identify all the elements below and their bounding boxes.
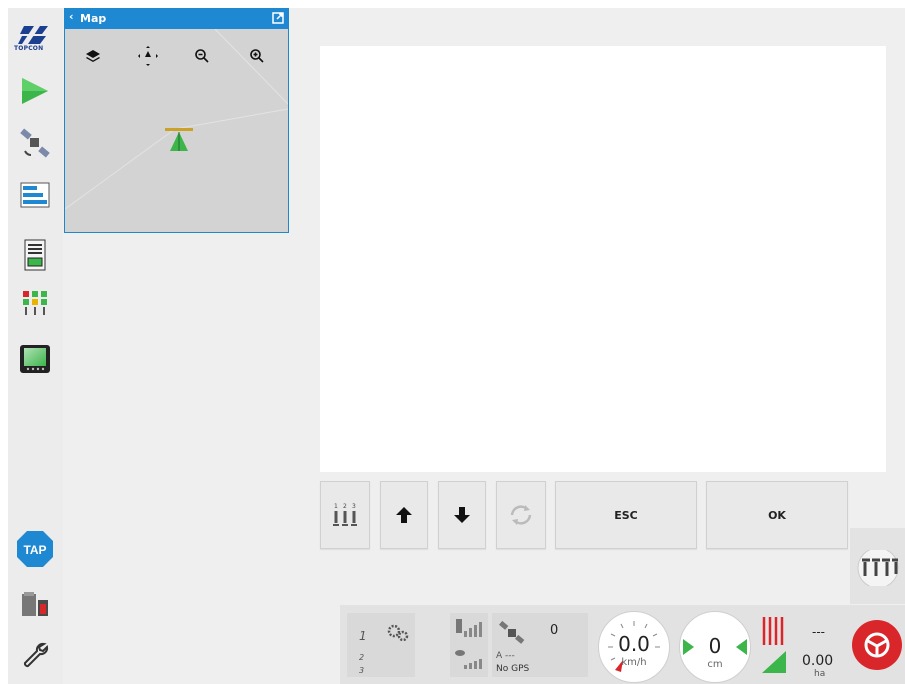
pan-icon[interactable] — [137, 45, 159, 67]
sections-icon: 1 2 3 — [333, 503, 357, 526]
status-bar: 1 2 3 0 A --- No GPS 0.0 km/h 0 cm --- 0… — [340, 605, 905, 684]
refresh-icon — [510, 505, 532, 525]
area-dash: --- — [812, 625, 825, 639]
back-icon[interactable]: ‹ — [69, 10, 74, 23]
move-up-button[interactable] — [380, 481, 428, 549]
map-title: Map — [80, 12, 107, 25]
row-number-3: 3 — [359, 666, 365, 675]
map-header[interactable]: ‹ Map — [65, 9, 288, 29]
map-mini-panel[interactable]: ‹ Map — [64, 8, 289, 233]
esc-label: ESC — [614, 508, 638, 522]
wrench-icon[interactable] — [12, 632, 58, 678]
ok-label: OK — [768, 508, 786, 522]
svg-text:3: 3 — [352, 503, 356, 510]
move-down-button[interactable] — [438, 481, 486, 549]
display-screen-icon[interactable] — [12, 336, 58, 382]
map-toolbar — [65, 45, 288, 69]
ok-button[interactable]: OK — [706, 481, 848, 549]
boom-sections-icon — [857, 550, 899, 586]
area-cell[interactable]: --- 0.00 ha — [758, 613, 854, 679]
left-sidebar: TOPCON TAP — [8, 8, 63, 684]
speed-gauge[interactable]: 0.0 km/h — [598, 611, 670, 683]
zoom-out-icon[interactable] — [191, 45, 213, 67]
offset-gauge[interactable]: 0 cm — [679, 611, 751, 683]
section-control-icon[interactable] — [12, 280, 58, 326]
area-value: 0.00 — [802, 653, 834, 669]
run-screen-icon[interactable] — [12, 68, 58, 114]
rows-cell[interactable]: 1 2 3 — [347, 613, 415, 677]
steering-wheel-icon — [864, 632, 890, 658]
gps-dash: A --- — [496, 651, 515, 661]
esc-button[interactable]: ESC — [555, 481, 697, 549]
main-workspace — [320, 46, 886, 472]
offset-unit: cm — [707, 659, 723, 670]
gps-status: No GPS — [496, 664, 530, 674]
signal-strength-icon — [455, 619, 482, 669]
app-window: TOPCON TAP ‹ Map 1 2 3 ESC OK 1 2 3 0 A … — [8, 8, 905, 684]
zoom-in-icon[interactable] — [246, 45, 268, 67]
vehicle-icon — [165, 128, 193, 151]
tap-label: TAP — [23, 543, 46, 557]
tap-icon[interactable]: TAP — [12, 526, 58, 572]
offset-value: 0 — [708, 634, 722, 658]
row-number-2: 2 — [359, 653, 365, 662]
speed-value: 0.0 — [618, 632, 650, 656]
side-panel-tab[interactable] — [850, 528, 905, 604]
svg-text:2: 2 — [343, 503, 347, 510]
logo-text: TOPCON — [14, 45, 44, 52]
gps-cell[interactable]: 0 A --- No GPS — [492, 613, 588, 677]
refresh-button[interactable] — [496, 481, 546, 549]
layout-bars-icon[interactable] — [12, 172, 58, 218]
map-guidance-lines — [65, 28, 288, 210]
satellite-count: 0 — [550, 623, 559, 638]
row-number-1: 1 — [359, 629, 367, 643]
speed-unit: km/h — [621, 657, 647, 668]
layers-icon[interactable] — [82, 45, 104, 67]
machine-icon[interactable] — [12, 582, 58, 628]
signal-cell[interactable] — [450, 613, 488, 677]
gps-satellite-status-icon — [499, 620, 525, 644]
area-coverage-icon — [762, 617, 786, 673]
svg-text:1: 1 — [334, 503, 338, 510]
sections-button[interactable]: 1 2 3 — [320, 481, 370, 549]
area-unit: ha — [814, 669, 826, 679]
expand-icon[interactable] — [272, 12, 284, 24]
gears-icon — [387, 624, 409, 642]
arrow-up-icon — [396, 507, 412, 523]
auto-steer-button[interactable] — [852, 620, 902, 670]
job-document-icon[interactable] — [12, 232, 58, 278]
gps-satellite-icon[interactable] — [12, 120, 58, 166]
arrow-down-icon — [454, 507, 470, 523]
